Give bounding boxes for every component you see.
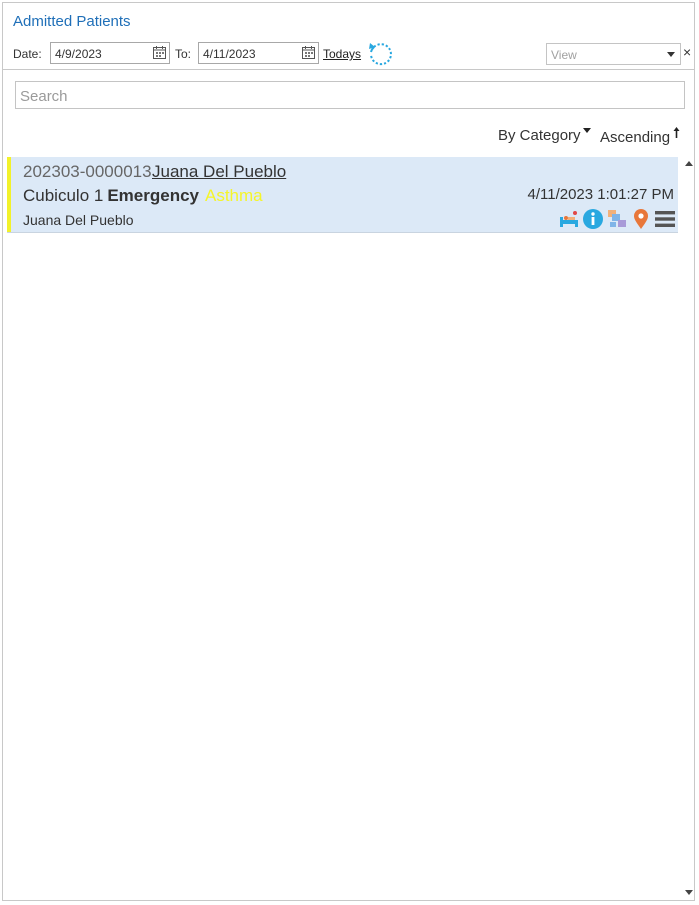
date-from-field[interactable]: 4/9/2023 (50, 42, 170, 64)
view-select-placeholder: View (551, 48, 577, 62)
calendar-icon[interactable] (153, 46, 166, 59)
patient-subname: Juana Del Pueblo (23, 212, 134, 228)
scroll-up-icon[interactable] (685, 161, 693, 166)
department-label: Emergency (107, 186, 199, 205)
caret-down-icon (582, 128, 591, 133)
date-to-label: To: (175, 47, 192, 61)
date-from-label: Date: (13, 47, 42, 61)
category-accent-bar (7, 157, 11, 232)
page-title: Admitted Patients (13, 13, 131, 30)
menu-icon[interactable] (654, 208, 676, 230)
calendar-icon[interactable] (302, 46, 315, 59)
patient-actions (558, 208, 676, 230)
sort-by-label: By Category (498, 127, 581, 144)
view-select[interactable]: View (546, 43, 681, 65)
admission-datetime: 4/11/2023 1:01:27 PM (527, 186, 675, 203)
admitted-patients-panel: Admitted Patients Date: 4/9/2023 To: 4/1… (2, 2, 695, 901)
date-to-value: 4/11/2023 (203, 47, 256, 61)
info-icon[interactable] (582, 208, 604, 230)
bed-icon[interactable] (558, 208, 580, 230)
condition-label: Asthma (205, 186, 263, 205)
location-line: Cubiculo 1 Emergency Asthma (23, 186, 263, 206)
transfer-icon[interactable] (606, 208, 628, 230)
sort-order-label: Ascending (600, 129, 671, 146)
sort-order-toggle[interactable]: Ascending (600, 127, 680, 146)
divider (3, 69, 694, 70)
patient-id: 202303-0000013 (23, 162, 152, 181)
search-input[interactable]: Search (15, 81, 685, 109)
clear-view-button[interactable]: × (683, 45, 691, 59)
sort-by-dropdown[interactable]: By Category (498, 127, 591, 144)
todays-link[interactable]: Todays (323, 47, 361, 61)
refresh-icon[interactable] (368, 41, 394, 67)
search-placeholder: Search (20, 88, 68, 105)
scroll-down-icon[interactable] (685, 890, 693, 895)
location-pin-icon[interactable] (630, 208, 652, 230)
date-to-field[interactable]: 4/11/2023 (198, 42, 319, 64)
patient-card[interactable]: 202303-0000013 Juana Del Pueblo Cubiculo… (7, 157, 678, 233)
arrow-up-icon (673, 127, 680, 138)
patient-list: 202303-0000013 Juana Del Pueblo Cubiculo… (5, 155, 694, 900)
chevron-down-icon[interactable] (667, 52, 675, 57)
patient-name-link[interactable]: Juana Del Pueblo (152, 162, 286, 182)
location-label: Cubiculo 1 (23, 186, 104, 205)
date-filter-row: Date: 4/9/2023 To: 4/11/2023 Todays View… (3, 41, 696, 67)
date-from-value: 4/9/2023 (55, 47, 102, 61)
vertical-scrollbar[interactable] (682, 155, 696, 900)
